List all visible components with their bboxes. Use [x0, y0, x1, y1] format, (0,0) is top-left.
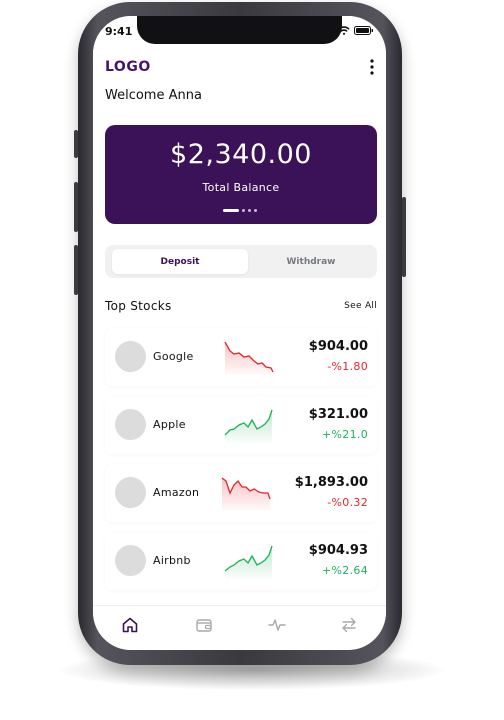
welcome-message: Welcome Anna	[105, 88, 202, 103]
pager-dot[interactable]	[248, 209, 251, 212]
stock-change: -%1.80	[327, 360, 368, 373]
stock-price: $1,893.00	[294, 475, 368, 490]
side-button-volume-up	[74, 182, 78, 232]
tab-wallet[interactable]	[192, 614, 216, 636]
deposit-withdraw-toggle: Deposit Withdraw	[105, 245, 377, 278]
stock-row-google[interactable]: Google $904.00 -%1.80	[105, 328, 377, 386]
stock-price: $904.00	[308, 339, 368, 354]
top-stocks-title: Top Stocks	[105, 299, 172, 313]
activity-icon	[268, 619, 286, 631]
phone-notch	[137, 16, 342, 44]
balance-amount: $2,340.00	[170, 139, 312, 170]
stock-change: +%2.64	[322, 564, 368, 577]
side-button-mute	[74, 130, 78, 158]
stock-price: $904.93	[308, 543, 368, 558]
home-icon	[122, 617, 138, 633]
bottom-tab-bar	[93, 605, 386, 650]
stock-sparkline-up	[224, 409, 273, 443]
balance-card[interactable]: $2,340.00 Total Balance	[105, 125, 377, 224]
stock-price: $321.00	[308, 407, 368, 422]
stock-row-amazon[interactable]: Amazon $1,893.00 -%0.32	[105, 464, 377, 522]
withdraw-button[interactable]: Withdraw	[249, 249, 373, 274]
balance-label: Total Balance	[202, 181, 280, 194]
stock-logo-placeholder	[115, 409, 146, 440]
pager-dot[interactable]	[254, 209, 257, 212]
stock-logo-placeholder	[115, 545, 146, 576]
stock-row-apple[interactable]: Apple $321.00 +%21.0	[105, 396, 377, 454]
see-all-link[interactable]: See All	[344, 301, 377, 311]
stock-change: -%0.32	[327, 496, 368, 509]
stock-logo-placeholder	[115, 477, 146, 508]
stock-name: Google	[153, 350, 194, 363]
app-screen: 9:41 LOGO Welcome Anna $2,340.00 Total B…	[93, 16, 386, 650]
tab-transfer[interactable]	[337, 614, 361, 636]
transfer-icon	[342, 617, 356, 633]
side-button-power	[402, 197, 406, 277]
more-options-icon[interactable]	[368, 58, 376, 76]
stock-name: Airbnb	[153, 554, 191, 567]
stock-name: Amazon	[153, 486, 200, 499]
status-time: 9:41	[105, 25, 133, 38]
side-button-volume-down	[74, 245, 78, 295]
tab-activity[interactable]	[265, 614, 289, 636]
stock-logo-placeholder	[115, 341, 146, 372]
stock-sparkline-down	[221, 477, 271, 511]
app-header: LOGO Welcome Anna	[93, 52, 386, 108]
pager-dot[interactable]	[242, 209, 245, 212]
app-logo: LOGO	[105, 59, 151, 75]
stock-change: +%21.0	[322, 428, 368, 441]
wallet-icon	[196, 619, 212, 632]
deposit-button[interactable]: Deposit	[112, 249, 248, 274]
stock-sparkline-down	[224, 341, 274, 375]
pager-dot-active[interactable]	[223, 209, 239, 212]
stock-row-airbnb[interactable]: Airbnb $904.93 +%2.64	[105, 532, 377, 590]
battery-icon	[354, 26, 373, 35]
carousel-pager[interactable]	[223, 209, 257, 212]
stock-sparkline-up	[224, 545, 273, 579]
stock-name: Apple	[153, 418, 186, 431]
tab-home[interactable]	[118, 614, 142, 636]
